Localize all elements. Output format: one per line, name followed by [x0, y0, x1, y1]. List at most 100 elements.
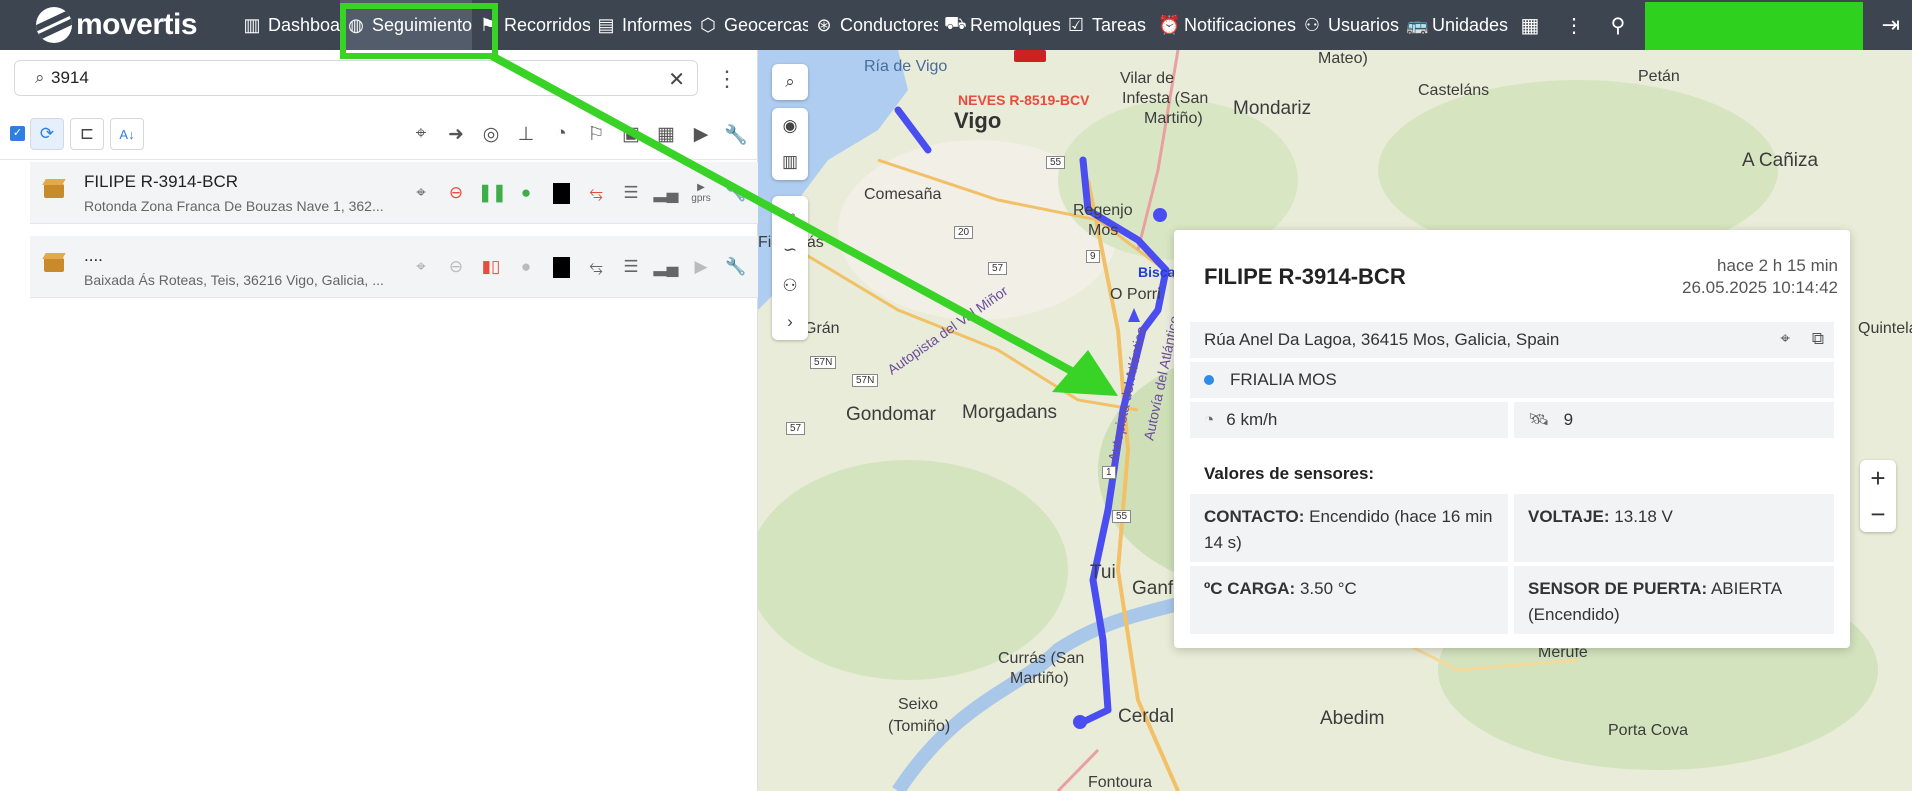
map-label: (Tomiño) — [888, 718, 951, 735]
unit-address: Baixada Ás Roteas, Teis, 36216 Vigo, Gal… — [84, 272, 384, 288]
status-dot-icon: ● — [520, 183, 532, 202]
tree-view-button[interactable]: ⊏ — [70, 118, 104, 150]
list-icon[interactable]: ☰ — [618, 256, 644, 278]
map-label: Martiño) — [1144, 110, 1203, 127]
unit-row[interactable]: FILIPE R-3914-BCR Rotonda Zona Franca De… — [30, 162, 758, 224]
refresh-button[interactable]: ⟳ — [30, 118, 64, 150]
road-number: 57N — [810, 356, 837, 369]
route-icon[interactable]: ∽ — [772, 232, 808, 268]
stop-icon[interactable]: ⊖ — [443, 182, 469, 204]
clipboard-icon[interactable]: ▦ — [653, 123, 679, 146]
chart-icon[interactable]: ▂▄ — [653, 182, 679, 204]
connection-icon[interactable]: ⥃ — [583, 256, 609, 278]
measure-icon[interactable]: ⇔ — [772, 196, 808, 232]
map-label: Petán — [1638, 68, 1680, 85]
unit-name: .... — [84, 246, 103, 265]
list-icon[interactable]: ☰ — [618, 182, 644, 204]
map-label: Abedim — [1320, 708, 1385, 729]
wrench-icon[interactable]: 🔧 — [723, 256, 749, 278]
chart-icon[interactable]: ▂▄ — [653, 256, 679, 278]
map-label: Mondariz — [1233, 98, 1312, 119]
logo-mark-icon — [36, 7, 72, 43]
unit-name: FILIPE R-3914-BCR — [84, 172, 238, 191]
sensor-contacto: CONTACTO: Encendido (hace 16 min 14 s) — [1190, 494, 1508, 562]
clear-icon[interactable]: ✕ — [668, 67, 685, 92]
nav-notificaciones[interactable]: ⏰ Notificaciones — [1152, 0, 1296, 50]
apps-grid-icon[interactable]: ▦ — [1508, 0, 1552, 50]
more-vertical-icon[interactable]: ⋮ — [716, 66, 738, 92]
pause-icon[interactable]: ❚❚ — [478, 182, 507, 204]
map-label: Mos — [1088, 222, 1119, 239]
road-number: 1 — [1102, 466, 1116, 479]
top-navbar: movertis ▥ Dashboa ◍ Seguimiento ⚑ Recorrid… — [0, 0, 1912, 50]
display-icon[interactable]: ▶ — [688, 123, 714, 146]
tree-icon: ⊏ — [79, 124, 95, 143]
popup-speed: ◔ 6 km/h — [1190, 402, 1508, 438]
map-label: Vilar de — [1120, 70, 1174, 87]
popup-address: Rúa Anel Da Lagoa, 36415 Mos, Galicia, S… — [1190, 322, 1834, 358]
nav-unidades[interactable]: 🚌 Unidades — [1400, 0, 1508, 50]
select-all-checkbox[interactable]: ✓ — [10, 126, 25, 141]
speedometer-icon: ◔ — [1204, 410, 1215, 429]
checkered-flag-icon[interactable]: ⚐ — [583, 123, 609, 146]
road-number: 57 — [988, 262, 1008, 275]
redacted-block — [1645, 2, 1863, 50]
sort-button[interactable]: A↓ — [110, 118, 144, 150]
nav-recorridos[interactable]: ⚑ Recorridos — [472, 0, 590, 50]
logo[interactable]: movertis — [36, 7, 236, 43]
nav-tareas[interactable]: ☑ Tareas — [1060, 0, 1152, 50]
more-vertical-icon[interactable]: ⋮ — [1552, 0, 1596, 50]
black-square-icon — [548, 256, 574, 279]
unit-info-popup: FILIPE R-3914-BCR hace 2 h 15 min 26.05.… — [1174, 230, 1850, 648]
nav-geocercas[interactable]: ⬡ Geocercas — [692, 0, 808, 50]
crosshair-icon[interactable]: ⌖ — [408, 256, 434, 278]
nav-conductores[interactable]: ⊛ Conductores — [808, 0, 938, 50]
arrow-circle-icon[interactable]: ➜ — [443, 123, 469, 146]
map-label: Martiño) — [1010, 670, 1069, 687]
nav-usuarios[interactable]: ⚇ Usuarios — [1296, 0, 1400, 50]
play-icon[interactable]: ▶ — [688, 256, 714, 278]
geofence-pin-icon[interactable]: ⌖ — [1780, 329, 1790, 349]
gprs-icon[interactable]: ▶ gprs — [688, 182, 714, 204]
connection-icon[interactable]: ⥃ — [583, 182, 609, 204]
nav-dashboard[interactable]: ▥ Dashboa — [236, 0, 340, 50]
image-icon[interactable]: ▣ — [618, 123, 644, 146]
search-icon[interactable]: ⌕ — [772, 64, 808, 100]
unit-row[interactable]: .... Baixada Ás Roteas, Teis, 36216 Vigo… — [30, 236, 758, 298]
chevron-right-icon[interactable]: › — [772, 304, 808, 340]
wrench-icon[interactable]: 🔧 — [723, 123, 749, 147]
road-number: 57N — [852, 374, 879, 387]
units-panel: ⌕ 3914 ✕ ⋮ ✓ ⟳ ⊏ A↓ ⌖ ➜ ◎ ⊥ ◔ ⚐ ▣ ▦ ▶ 🔧 … — [0, 50, 758, 791]
satellite-icon: 🛰 — [1528, 410, 1550, 429]
stop-icon[interactable]: ⊖ — [443, 256, 469, 278]
eye-icon[interactable]: ◉ — [772, 108, 808, 144]
speedometer-icon[interactable]: ◔ — [548, 123, 574, 145]
monitor-stand-icon[interactable]: ⊥ — [513, 123, 539, 146]
account-icon[interactable]: ⚲ — [1596, 0, 1640, 50]
search-input[interactable]: ⌕ 3914 ✕ — [14, 60, 698, 96]
map-label: Fontoura — [1088, 774, 1153, 791]
nav-remolques[interactable]: ⛟ Remolques — [938, 0, 1060, 50]
map-label: Currás (San — [998, 650, 1085, 667]
nav-informes[interactable]: ▤ Informes — [590, 0, 692, 50]
crosshair-icon[interactable]: ⌖ — [408, 123, 434, 145]
zoom-out-icon[interactable]: − — [1860, 496, 1896, 532]
report-icon: ▤ — [597, 14, 615, 35]
sensor-carga: ºC CARGA: 3.50 °C — [1190, 566, 1508, 634]
globe-icon: ◍ — [348, 14, 364, 35]
flag-icon: ⚑ — [479, 14, 497, 35]
zoom-in-icon[interactable]: + — [1860, 460, 1896, 496]
map-icon[interactable]: ▥ — [772, 144, 808, 180]
popup-timestamp: 26.05.2025 10:14:42 — [1682, 278, 1838, 297]
wrench-icon[interactable]: 🔧 — [723, 182, 749, 204]
map-label: Vigo — [954, 108, 1002, 133]
signal-icon[interactable]: ◎ — [478, 123, 504, 146]
nav-seguimiento[interactable]: ◍ Seguimiento — [340, 0, 472, 50]
open-external-icon[interactable]: ⧉ — [1812, 329, 1824, 349]
crosshair-icon[interactable]: ⌖ — [408, 182, 434, 204]
road-number: 20 — [954, 226, 974, 239]
map-label: O Porri — [1110, 286, 1161, 303]
logout-icon[interactable]: ⇥ — [1882, 12, 1900, 38]
nodes-icon[interactable]: ⚇ — [772, 268, 808, 304]
search-icon: ⌕ — [35, 68, 45, 87]
